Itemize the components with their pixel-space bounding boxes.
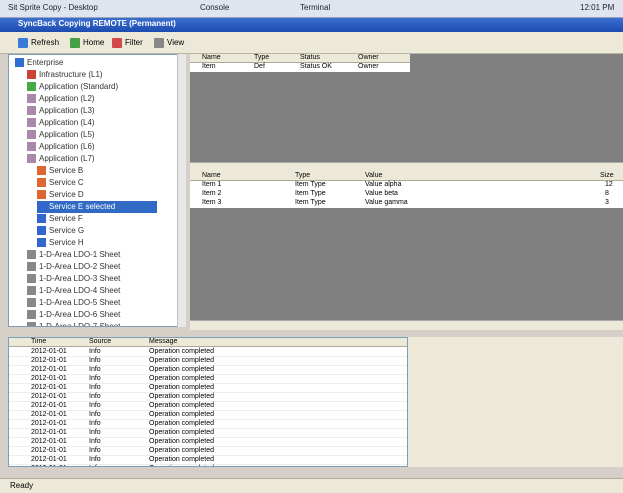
middle-grid-pager[interactable] [190,320,623,330]
grid-top-header-0[interactable]: Name [202,54,221,61]
node-icon [27,250,36,260]
grid-mid-row[interactable]: Item 3 Item Type Value gamma 3 [190,199,623,208]
grid-mid-header-3[interactable]: Size [600,172,614,179]
tree-item[interactable]: Application (L4) [27,117,95,129]
log-empty-area [408,337,623,467]
status-bar: Ready [0,478,623,493]
node-icon [27,94,36,104]
grid-mid-header-1[interactable]: Type [295,172,310,179]
taskbar-item-1[interactable]: Sit Sprite Copy - Desktop [8,3,98,12]
tree-item[interactable]: 1-D-Area LDO-6 Sheet [27,309,120,321]
tree-item[interactable]: Application (L5) [27,129,95,141]
grid-top-header-2[interactable]: Status [300,54,320,61]
top-grid: Name Type Status Owner Item Def Status O… [190,54,410,72]
tree-root[interactable]: Enterprise [15,57,63,69]
grid-top-header-3[interactable]: Owner [358,54,379,61]
tree-item[interactable]: 1-D-Area LDO-2 Sheet [27,261,120,273]
node-icon [27,310,36,320]
node-icon [27,130,36,140]
node-icon [27,82,36,92]
tree-item[interactable]: Service C [37,177,84,189]
tree-item[interactable]: Service H [37,237,84,249]
tree-item[interactable]: Service E selected [37,201,157,213]
filter-icon [112,37,122,48]
tree-item[interactable]: Service F [37,213,83,225]
node-icon [27,118,36,128]
tree-item[interactable]: 1-D-Area LDO-7 Sheet [27,321,120,326]
tree-item[interactable]: Application (L6) [27,141,95,153]
middle-grid: Name Type Value Size Item 1 Item Type Valu… [190,172,623,208]
node-icon [37,226,46,236]
folder-icon [15,58,24,68]
os-taskbar: Sit Sprite Copy - Desktop Console Termin… [0,0,623,18]
taskbar-clock: 12:01 PM [580,3,615,12]
tree-item[interactable]: Application (L2) [27,93,95,105]
refresh-button[interactable]: Refresh [18,36,59,50]
log-grid: Time Source Message 2012-01-01 Info Operat… [8,337,408,467]
node-icon [27,286,36,296]
tree-item[interactable]: 1-D-Area LDO-5 Sheet [27,297,120,309]
window-titlebar: SyncBack Copying REMOTE (Permanent) [0,18,623,32]
home-icon [70,37,80,48]
tree-scrollbar[interactable] [177,54,186,327]
tree-item[interactable]: 1-D-Area LDO-1 Sheet [27,249,120,261]
tree-item[interactable]: Service G [37,225,84,237]
node-icon [27,298,36,308]
grid-top-row[interactable]: Item Def Status OK Owner [190,63,410,72]
grid-mid-header-0[interactable]: Name [202,172,221,179]
node-icon [27,322,36,326]
home-button[interactable]: Home [70,36,104,50]
grid-mid-row[interactable]: Item 1 Item Type Value alpha 12 [190,181,623,190]
node-icon [27,274,36,284]
navigation-tree[interactable]: Enterprise Infrastructure (L1) Applicatio… [8,54,186,327]
node-icon [27,154,36,164]
node-icon [27,262,36,272]
tree-item[interactable]: 1-D-Area LDO-4 Sheet [27,285,120,297]
tree-item[interactable]: 1-D-Area LDO-3 Sheet [27,273,120,285]
tree-item[interactable]: Application (L3) [27,105,95,117]
tree-item[interactable]: Application (Standard) [27,81,118,93]
node-icon [37,178,46,188]
refresh-icon [18,37,28,48]
node-icon [27,142,36,152]
log-row[interactable]: 2012-01-01InfoOperation completed [9,464,407,466]
taskbar-item-2[interactable]: Console [200,3,229,12]
grid-mid-header-2[interactable]: Value [365,172,382,179]
filter-button[interactable]: Filter [112,36,143,50]
taskbar-item-3[interactable]: Terminal [300,3,330,12]
window-title: SyncBack Copying REMOTE (Permanent) [18,19,176,28]
grid-top-header-1[interactable]: Type [254,54,269,61]
tree-item[interactable]: Service D [37,189,84,201]
top-grid-pager[interactable] [190,162,623,172]
tree-item[interactable]: Infrastructure (L1) [27,69,103,81]
view-button[interactable]: View [154,36,184,50]
log-header-0[interactable]: Time [31,338,46,345]
view-icon [154,37,164,48]
node-icon [37,166,46,176]
node-icon [37,214,46,224]
node-icon [27,106,36,116]
tree-item[interactable]: Application (L7) [27,153,95,165]
status-text: Ready [10,481,34,490]
node-icon [37,238,46,248]
main-toolbar: Refresh Home Filter View [0,32,623,54]
grid-mid-row[interactable]: Item 2 Item Type Value beta 8 [190,190,623,199]
node-icon [37,190,46,200]
tree-item[interactable]: Service B [37,165,83,177]
node-icon [37,202,46,212]
log-header-1[interactable]: Source [89,338,111,345]
log-header-2[interactable]: Message [149,338,177,345]
node-icon [27,70,36,80]
